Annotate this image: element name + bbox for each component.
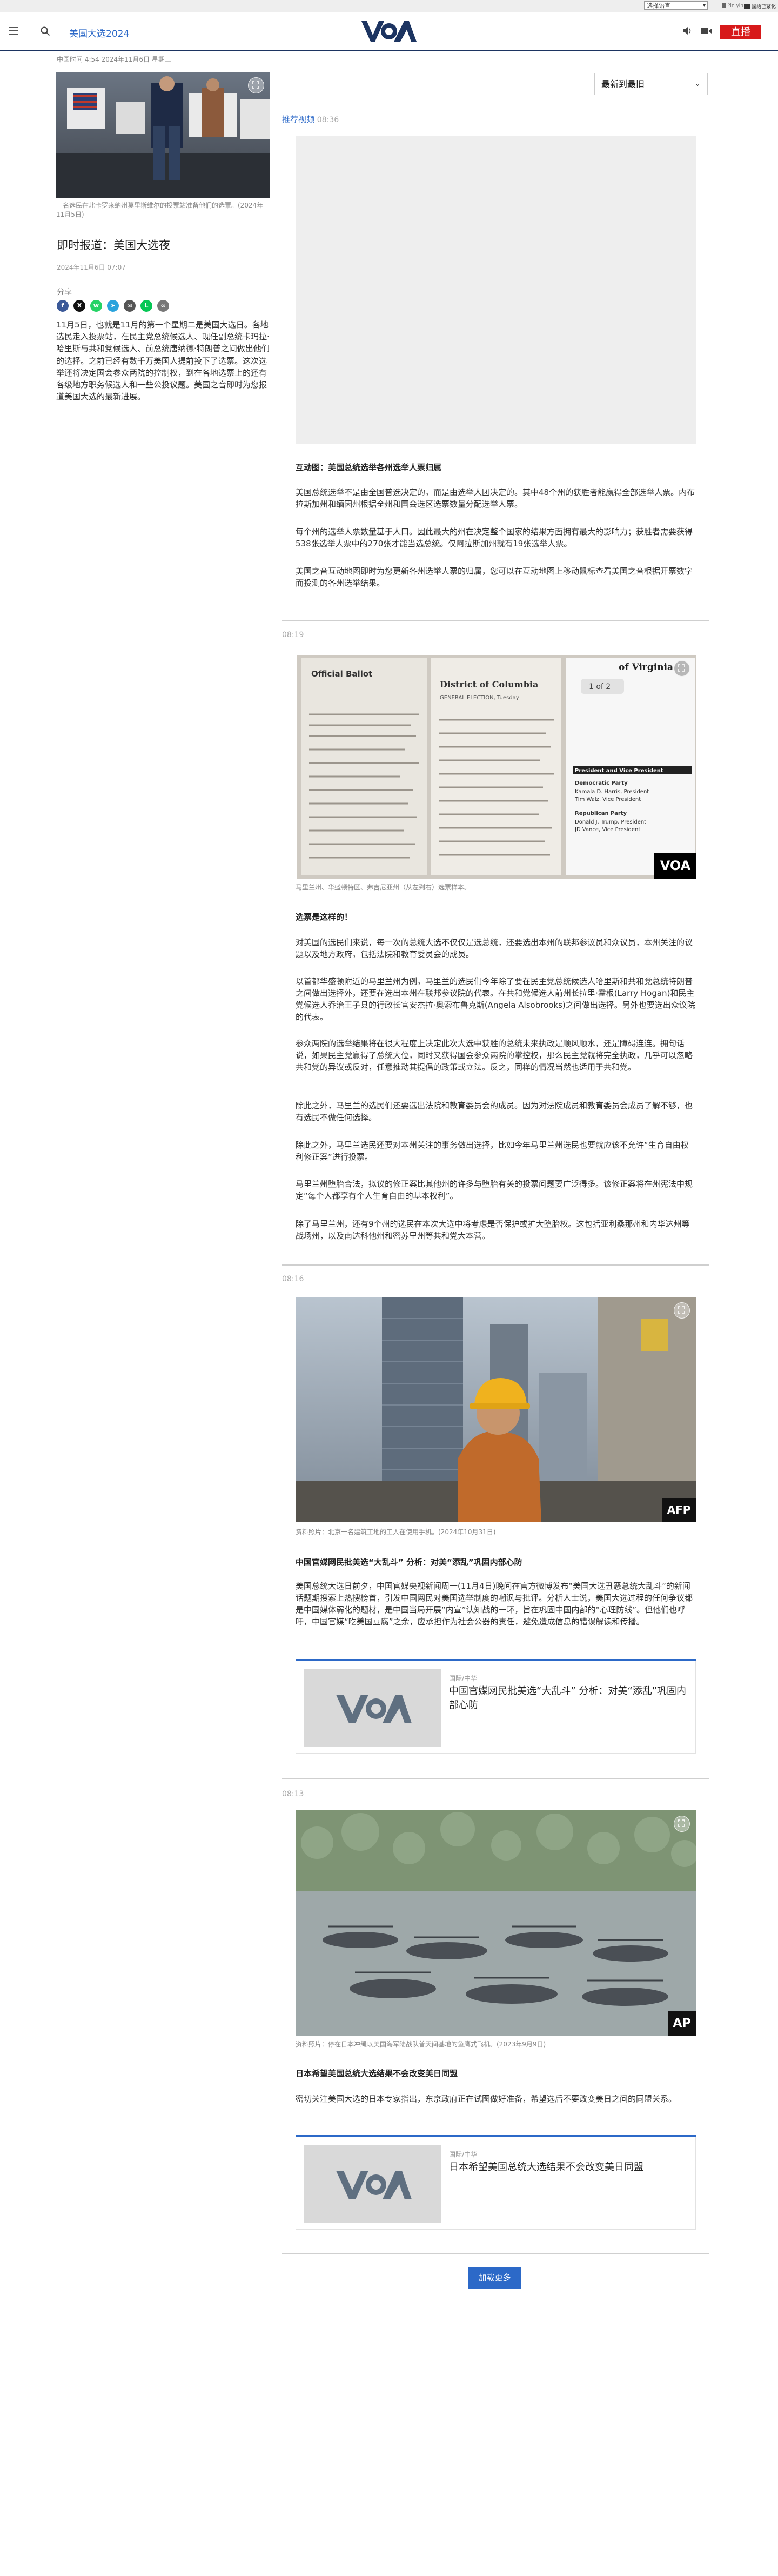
post-divider [282, 2253, 709, 2254]
post-1-paragraph: 美国之音互动地图即时为您更新各州选举人票的归属，您可以在互动地图上移动鼠标查看美… [296, 566, 693, 588]
ballot-name-2: Tim Walz, Vice President [574, 797, 641, 802]
post-1-paragraph: 美国总统选举不是由全国普选决定的，而是由选举人团决定的。其中48个州的获胜者能赢… [296, 487, 695, 509]
post-1-label[interactable]: 推荐视频 [282, 115, 314, 124]
post-2-paragraph: 马里兰州堕胎合法，拟议的修正案比其他州的许多与堕胎有关的投票问题要广泛得多。该修… [296, 1179, 693, 1201]
whatsapp-icon[interactable]: w [90, 300, 102, 312]
ballot-party-1: Democratic Party [575, 780, 628, 786]
ballot-mid-sub: GENERAL ELECTION, Tuesday [440, 695, 519, 701]
voa-logo-icon [304, 1669, 441, 1747]
article-summary: 11月5日，也就是11月的第一个星期二是美国大选日。各地选民走入投票站，在民主党… [56, 320, 270, 402]
post-2-paragraph: 参众两院的选举结果将在很大程度上决定此次大选中获胜的总统未来执政是顺风顺水，还是… [296, 1039, 693, 1072]
post-2-paragraph: 对美国的选民们来说，每一次的总统大选不仅仅是选总统，还要选出本州的联邦参议员和众… [296, 938, 693, 959]
pinyin-link[interactable]: Pin yin [722, 3, 743, 9]
ballot-party-2: Republican Party [575, 811, 627, 817]
post-1-time: 08:36 [317, 116, 339, 124]
post-2-paragraph: 以首都华盛顿附近的马里兰州为例，马里兰的选民们今年除了要在民主党总统候选人哈里斯… [296, 976, 695, 1022]
publish-date: 2024年11月6日 07:07 [57, 264, 126, 271]
post-3-time: 08:16 [282, 1275, 304, 1283]
lead-photo-caption: 一名选民在北卡罗来纳州莫里斯维尔的投票站准备他们的选票。(2024年11月5日) [56, 202, 264, 218]
construction-worker-image [296, 1297, 696, 1522]
post-2-time: 08:19 [282, 631, 304, 639]
post-2-title: 选票是这样的！ [296, 912, 353, 922]
video-icon[interactable] [701, 28, 712, 35]
page-title: 即时报道：美国大选夜 [57, 239, 170, 252]
post-3-title: 中国官媒网民批美选“大乱斗” 分析：对美“添乱”巩固内部心防 [296, 1557, 522, 1567]
related-kicker: 国际/中华 [449, 2151, 478, 2158]
post-4-caption: 资料照片：停在日本冲绳以美国海军陆战队普天间基地的鱼鹰式飞机。(2023年9月9… [296, 2040, 546, 2048]
related-kicker: 国际/中华 [449, 1675, 478, 1682]
utility-bar: 选择语言 Pin yin 國語已繁化 [0, 0, 778, 12]
afp-watermark: AFP [662, 1498, 696, 1522]
related-article-card[interactable]: 国际/中华 日本希望美国总统大选结果不会改变美日同盟 [296, 2135, 696, 2230]
ap-watermark: AP [668, 2011, 696, 2036]
related-thumbnail [304, 1669, 441, 1747]
post-2-caption: 马里兰州、华盛顿特区、弗吉尼亚州（从左到右）选票样本。 [296, 884, 471, 891]
language-select[interactable]: 选择语言 [644, 1, 708, 10]
share-label: 分享 [57, 288, 72, 297]
expand-icon[interactable] [674, 1302, 690, 1319]
voa-watermark: VOA [654, 853, 696, 879]
facebook-icon[interactable]: f [57, 300, 69, 312]
interactive-map-embed[interactable] [296, 136, 696, 444]
navbar: 美国大选2024 直播 [0, 12, 778, 51]
related-title[interactable]: 中国官媒网民批美选“大乱斗” 分析：对美“添乱”巩固内部心防 [449, 1684, 687, 1712]
post-divider [282, 620, 709, 621]
ballot-right-heading: of Virginia [619, 662, 673, 673]
related-article-card[interactable]: 国际/中华 中国官媒网民批美选“大乱斗” 分析：对美“添乱”巩固内部心防 [296, 1659, 696, 1754]
line-icon[interactable]: L [140, 300, 152, 312]
sort-dropdown[interactable]: 最新到最旧 ⌄ [594, 73, 708, 95]
post-2-paragraph: 除此之外，马里兰的选民们还要选出法院和教育委员会的成员。因为对法院成员和教育委员… [296, 1101, 693, 1122]
post-3-caption: 资料照片：北京一名建筑工地的工人在使用手机。(2024年10月31日) [296, 1528, 496, 1536]
lead-photo[interactable] [56, 72, 270, 198]
expand-icon[interactable] [674, 660, 690, 677]
ballot-image: Official Ballot District of Columbia GEN… [297, 655, 696, 879]
ballot-samples-photo[interactable]: Official Ballot District of Columbia GEN… [297, 655, 696, 879]
related-thumbnail [304, 2145, 441, 2223]
ballot-mid-title: District of Columbia [440, 679, 538, 690]
section-link[interactable]: 美国大选2024 [69, 26, 129, 39]
email-icon[interactable]: ✉ [124, 300, 136, 312]
ballot-name-1: Kamala D. Harris, President [575, 789, 649, 795]
audio-icon[interactable] [682, 26, 692, 35]
ballot-president-line: President and Vice President [575, 768, 663, 774]
ballot-name-4: JD Vance, Vice President [574, 827, 640, 833]
post-divider [282, 1264, 709, 1266]
okinawa-base-image [296, 1810, 696, 2036]
ballot-left-title: Official Ballot [311, 669, 372, 679]
traditional-label: 國語已繁化 [751, 4, 776, 10]
post-1-paragraph: 每个州的选举人票数量基于人口。因此最大的州在决定整个国家的结果方面拥有最大的影响… [296, 527, 693, 548]
sort-label: 最新到最旧 [601, 79, 645, 89]
expand-icon[interactable] [248, 77, 264, 93]
dateline: 中国时间 4:54 2024年11月6日 星期三 [57, 56, 171, 63]
post-4-paragraph: 密切关注美国大选的日本专家指出，东京政府正在试图做好准备，希望选后不要改变美日之… [296, 2094, 677, 2104]
ballot-page-of: 1 of 2 [589, 683, 611, 691]
traditional-link[interactable]: 國語已繁化 [743, 3, 776, 10]
post-divider [282, 1778, 709, 1779]
osprey-photo[interactable]: AP [296, 1810, 696, 2036]
voting-booth-image [56, 72, 270, 198]
x-twitter-icon[interactable]: X [73, 300, 85, 312]
post-4-time: 08:13 [282, 1790, 304, 1798]
search-icon[interactable] [41, 26, 50, 36]
telegram-icon[interactable]: ➤ [107, 300, 119, 312]
post-1-header: 推荐视频 08:36 [282, 113, 339, 125]
link-icon[interactable]: ∞ [157, 300, 169, 312]
voa-logo-icon [304, 2145, 441, 2223]
share-buttons: f Xw ➤ ✉ L ∞ [57, 299, 174, 312]
load-more-button[interactable]: 加载更多 [468, 2267, 521, 2289]
post-2-paragraph: 除了马里兰州，还有9个州的选民在本次大选中将考虑是否保护或扩大堕胎权。这包括亚利… [296, 1219, 690, 1241]
post-3-paragraph: 美国总统大选日前夕，中国官媒央视新闻周一(11月4日)晚间在官方微博发布“美国大… [296, 1581, 693, 1627]
ballot-name-3: Donald J. Trump, President [575, 819, 646, 825]
related-title[interactable]: 日本希望美国总统大选结果不会改变美日同盟 [449, 2160, 687, 2174]
post-4-title: 日本希望美国总统大选结果不会改变美日同盟 [296, 2069, 458, 2078]
menu-icon[interactable] [9, 27, 18, 35]
pinyin-label: Pin yin [727, 3, 743, 9]
chevron-down-icon: ⌄ [694, 79, 701, 88]
live-button[interactable]: 直播 [720, 25, 761, 39]
post-2-paragraph: 除此之外，马里兰选民还要对本州关注的事务做出选择，比如今年马里兰州选民也要就应该… [296, 1140, 689, 1162]
post-1-title: 互动图：美国总统选举各州选举人票归属 [296, 463, 442, 472]
worker-photo[interactable]: AFP [296, 1297, 696, 1522]
expand-icon[interactable] [674, 1816, 690, 1832]
voa-logo[interactable] [361, 19, 417, 44]
